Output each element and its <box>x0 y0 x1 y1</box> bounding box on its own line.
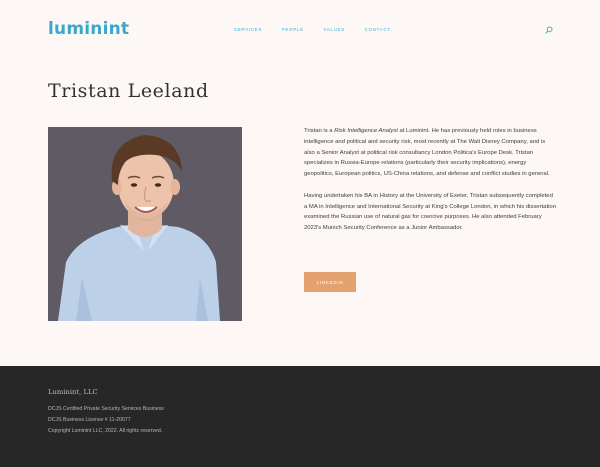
footer-brand: Luminint, LLC <box>48 388 98 396</box>
nav-people[interactable]: PEOPLE <box>282 27 304 32</box>
main-nav: SERVICES PEOPLE VALUES CONTACT <box>234 27 410 32</box>
nav-contact[interactable]: CONTACT <box>365 27 391 32</box>
bio-p1-role: Risk Intelligence Analyst <box>334 128 398 134</box>
linkedin-button[interactable]: LINKEDIN <box>304 272 356 292</box>
site-footer: Luminint, LLC DCJS Certified Private Sec… <box>0 366 600 467</box>
site-logo[interactable]: luminint <box>48 19 129 39</box>
profile-photo <box>48 127 242 321</box>
bio-p1-rest: at Luminint. He has previously held role… <box>304 128 550 178</box>
bio-p1-intro: Tristan is a <box>304 128 335 134</box>
search-icon[interactable] <box>545 26 553 34</box>
profile-bio: Tristan is a Risk Intelligence Analyst a… <box>304 126 556 234</box>
footer-license: DCJS Business License # 11-20077 <box>48 417 131 423</box>
site-header: luminint SERVICES PEOPLE VALUES CONTACT <box>0 0 600 60</box>
footer-copyright: Copyright Luminint LLC, 2022. All rights… <box>48 428 163 434</box>
portrait-image <box>48 127 242 321</box>
nav-services[interactable]: SERVICES <box>234 27 262 32</box>
nav-values[interactable]: VALUES <box>323 27 345 32</box>
bio-paragraph-2: Having undertaken his BA in History at t… <box>304 192 556 232</box>
bio-paragraph-1: Tristan is a Risk Intelligence Analyst a… <box>304 126 556 180</box>
page-title: Tristan Leeland <box>48 80 209 102</box>
footer-certification: DCJS Certified Private Security Services… <box>48 406 164 412</box>
